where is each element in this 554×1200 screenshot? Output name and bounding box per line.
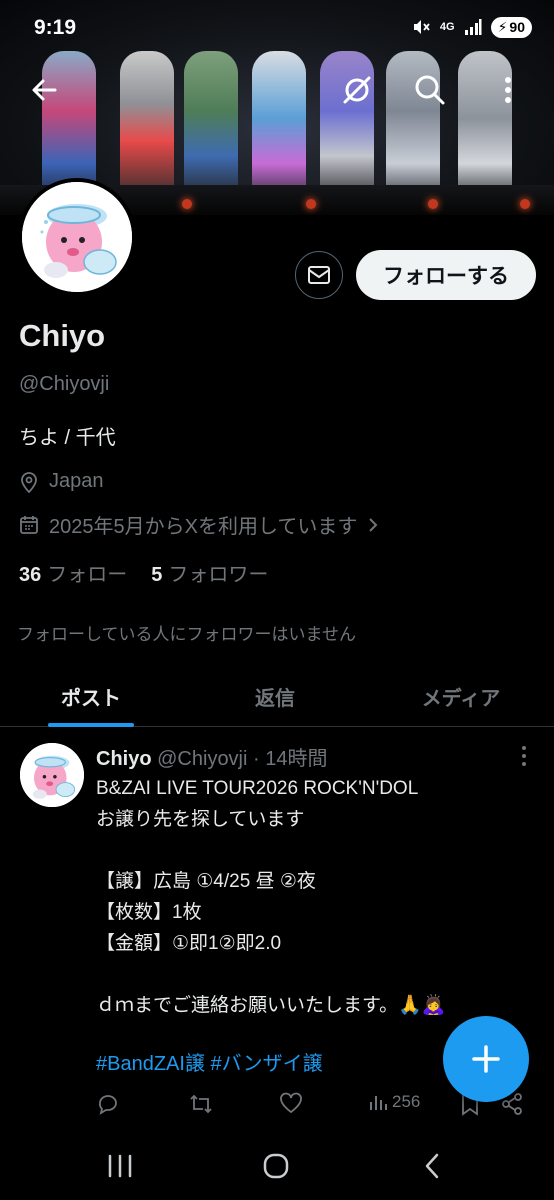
grok-button[interactable] — [333, 66, 381, 114]
follow-button[interactable]: フォローする — [356, 250, 536, 300]
battery-indicator: ⚡ 90 — [490, 16, 532, 38]
status-icons: 4G ⚡ 90 — [411, 15, 532, 39]
more-vertical-icon — [505, 77, 511, 103]
avatar-character-image — [20, 743, 84, 807]
follow-counts: 36 フォロー 5 フォロワー — [19, 558, 268, 587]
status-time: 9:19 — [34, 16, 77, 39]
profile-handle: @Chiyovji — [19, 373, 110, 395]
following-link[interactable]: 36 フォロー — [19, 558, 127, 587]
heart-icon — [280, 1092, 302, 1114]
recent-apps-icon — [108, 1154, 132, 1178]
followers-link[interactable]: 5 フォロワー — [151, 558, 268, 587]
post-author-avatar[interactable] — [20, 743, 84, 807]
banner-light — [428, 199, 438, 209]
avatar-character-image — [22, 182, 132, 292]
search-button[interactable] — [406, 66, 454, 114]
joined-text: 2025年5月からXを利用しています — [49, 516, 358, 538]
grok-icon — [343, 76, 371, 104]
post-author-name[interactable]: Chiyo — [96, 748, 152, 770]
profile-avatar[interactable] — [18, 178, 136, 296]
tab-replies[interactable]: 返信 — [182, 666, 368, 726]
post-hashtags[interactable]: #BandZAI譲 #バンザイ譲 — [96, 1047, 323, 1076]
banner-light — [182, 199, 192, 209]
post-author-handle[interactable]: @Chiyovji — [157, 748, 247, 770]
mutual-followers-note: フォローしている人にフォロワーはいません — [17, 625, 356, 644]
following-count: 36 — [19, 564, 42, 586]
recent-apps-button[interactable] — [90, 1144, 150, 1188]
profile-location: Japan — [19, 470, 104, 493]
followers-label: フォロワー — [168, 564, 269, 586]
status-bar: 9:19 4G ⚡ 90 — [0, 0, 554, 50]
reply-button[interactable] — [96, 1092, 120, 1116]
views-chart-icon — [370, 1096, 387, 1110]
reply-icon — [99, 1095, 117, 1115]
chevron-right-icon — [369, 517, 378, 532]
banner-light — [520, 199, 530, 209]
tab-posts[interactable]: ポスト — [0, 666, 182, 726]
like-button[interactable] — [279, 1092, 303, 1114]
views-button[interactable]: 256 — [368, 1092, 420, 1112]
banner-performer — [120, 51, 174, 201]
calendar-icon — [20, 515, 38, 534]
battery-level: 90 — [509, 19, 525, 35]
back-chevron-icon — [425, 1153, 439, 1179]
back-nav-button[interactable] — [402, 1144, 462, 1188]
active-tab-indicator — [48, 723, 134, 727]
system-nav-bar — [0, 1132, 554, 1200]
more-vertical-icon — [522, 746, 526, 766]
banner-performer — [184, 51, 238, 201]
post-text: B&ZAI LIVE TOUR2026 ROCK'N'DOL お譲り先を探してい… — [96, 778, 446, 1016]
followers-count: 5 — [151, 564, 163, 586]
back-button[interactable] — [20, 66, 68, 114]
envelope-icon — [308, 266, 330, 284]
network-label: 4G — [439, 21, 455, 33]
profile-tabs: ポスト 返信 メディア — [0, 666, 554, 727]
back-arrow-icon — [32, 79, 57, 101]
compose-button[interactable] — [443, 1016, 529, 1102]
banner-performer — [252, 51, 306, 201]
location-pin-icon — [21, 471, 37, 493]
search-icon — [415, 75, 445, 105]
repost-button[interactable] — [188, 1092, 214, 1116]
home-icon — [263, 1153, 289, 1179]
battery-bolt-icon: ⚡ — [497, 18, 508, 35]
banner-light — [306, 199, 316, 209]
post-more-button[interactable] — [512, 744, 536, 772]
signal-icon — [464, 19, 482, 35]
tab-media[interactable]: メディア — [368, 666, 554, 726]
profile-name: Chiyo — [19, 318, 106, 353]
plus-icon — [472, 1045, 500, 1073]
more-button[interactable] — [484, 66, 532, 114]
post-time[interactable]: · 14時間 — [253, 748, 327, 770]
mute-icon — [413, 20, 430, 34]
message-button[interactable] — [295, 251, 343, 299]
profile-joined[interactable]: 2025年5月からXを利用しています — [19, 510, 379, 539]
home-button[interactable] — [246, 1144, 306, 1188]
following-label: フォロー — [47, 564, 128, 586]
profile-bio: ちよ / 千代 — [19, 427, 116, 449]
location-text: Japan — [49, 470, 104, 492]
views-count: 256 — [392, 1092, 421, 1111]
repost-icon — [190, 1094, 212, 1114]
post-header: Chiyo @Chiyovji · 14時間 — [96, 742, 327, 771]
